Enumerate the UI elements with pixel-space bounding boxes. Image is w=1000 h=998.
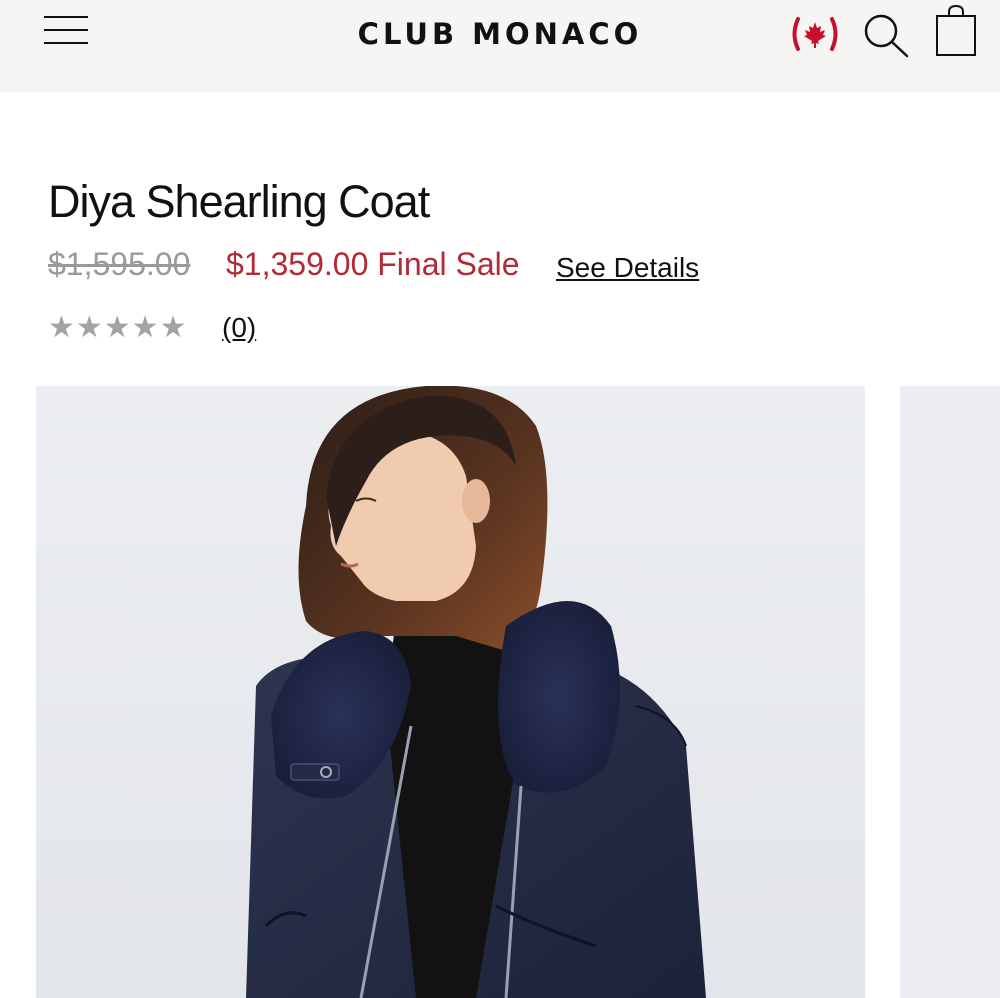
brand-logo[interactable]: CLUB MONACO — [324, 16, 676, 52]
canada-flag-icon[interactable] — [790, 14, 840, 54]
sale-price: $1,359.00 Final Sale — [226, 246, 520, 282]
product-image-main[interactable] — [36, 386, 865, 998]
menu-bar — [44, 42, 88, 44]
product-title: Diya Shearling Coat — [48, 176, 430, 227]
model-photo-illustration — [36, 386, 865, 998]
rating-row: ★★★★★ (0) — [48, 310, 448, 346]
site-header: CLUB MONACO — [0, 0, 1000, 92]
price-row: $1,595.00 $1,359.00 Final Sale See Detai… — [48, 246, 948, 290]
search-icon[interactable] — [860, 10, 912, 60]
menu-bar — [44, 29, 88, 31]
star-rating-icon: ★★★★★ — [48, 311, 188, 344]
menu-bar — [44, 16, 88, 18]
shopping-bag-icon[interactable] — [932, 4, 980, 58]
product-image-next[interactable] — [900, 386, 1000, 998]
review-count-link[interactable]: (0) — [222, 310, 256, 346]
see-details-link[interactable]: See Details — [556, 252, 699, 284]
menu-icon[interactable] — [44, 14, 90, 48]
original-price: $1,595.00 — [48, 246, 191, 282]
